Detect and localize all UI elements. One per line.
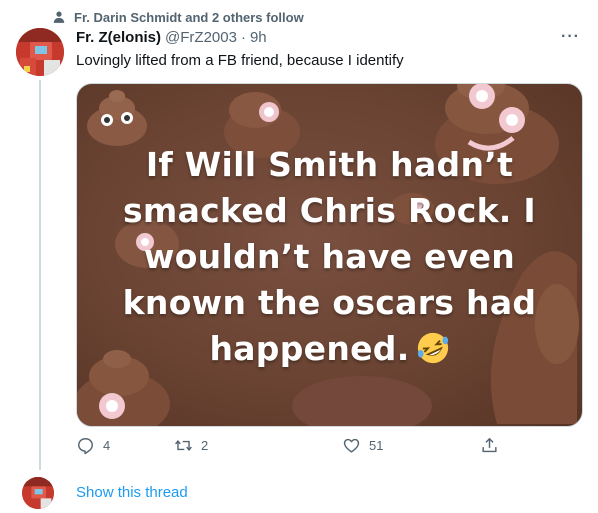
show-thread-link[interactable]: Show this thread	[76, 484, 188, 501]
like-count: 51	[369, 438, 384, 453]
person-icon	[53, 11, 65, 23]
share-icon	[482, 437, 497, 453]
reply-button[interactable]: 4	[76, 436, 110, 455]
reply-count: 4	[103, 438, 111, 453]
avatar-image	[16, 28, 64, 76]
thread-line	[39, 80, 41, 470]
retweet-button[interactable]: 2	[174, 436, 208, 455]
meme-line: wouldn’t have even	[143, 237, 516, 276]
retweet-icon	[175, 440, 192, 451]
tweet-text: Lovingly lifted from a FB friend, becaus…	[76, 52, 404, 69]
retweet-count: 2	[201, 438, 209, 453]
social-context-text: Fr. Darin Schmidt and 2 others follow	[74, 9, 304, 25]
meme-caption: If Will Smith hadn’t smacked Chris Rock.…	[77, 142, 582, 372]
tweet-media-image[interactable]: If Will Smith hadn’t smacked Chris Rock.…	[76, 83, 583, 427]
share-button[interactable]	[480, 436, 499, 455]
thread-avatar[interactable]	[22, 477, 54, 509]
display-name[interactable]: Fr. Z(elonis)	[76, 29, 161, 46]
poop-icon	[292, 376, 432, 426]
social-context[interactable]: Fr. Darin Schmidt and 2 others follow	[52, 8, 304, 26]
tweet-header: Fr. Z(elonis) @FrZ2003 · 9h	[76, 29, 267, 46]
tweet-actions: 4 2 51	[76, 436, 506, 460]
handle[interactable]: @FrZ2003	[165, 29, 237, 46]
meme-line: known the oscars had	[122, 283, 537, 322]
meme-line-text: happened.	[209, 329, 410, 368]
heart-icon	[343, 438, 360, 453]
reply-icon	[78, 438, 93, 455]
like-button[interactable]: 51	[342, 436, 383, 455]
meme-line: smacked Chris Rock. I	[122, 191, 537, 230]
avatar[interactable]	[16, 28, 64, 76]
rolling-on-floor-laughing-icon	[417, 332, 448, 364]
poop-icon	[87, 90, 147, 146]
meme-line: If Will Smith hadn’t	[145, 145, 514, 184]
avatar-image	[22, 477, 54, 509]
more-options-button[interactable]: ···	[561, 28, 580, 45]
meme-line-last: happened.	[77, 326, 582, 372]
separator-dot: ·	[240, 29, 246, 46]
more-icon: ···	[561, 28, 580, 45]
timestamp[interactable]: 9h	[250, 29, 267, 46]
